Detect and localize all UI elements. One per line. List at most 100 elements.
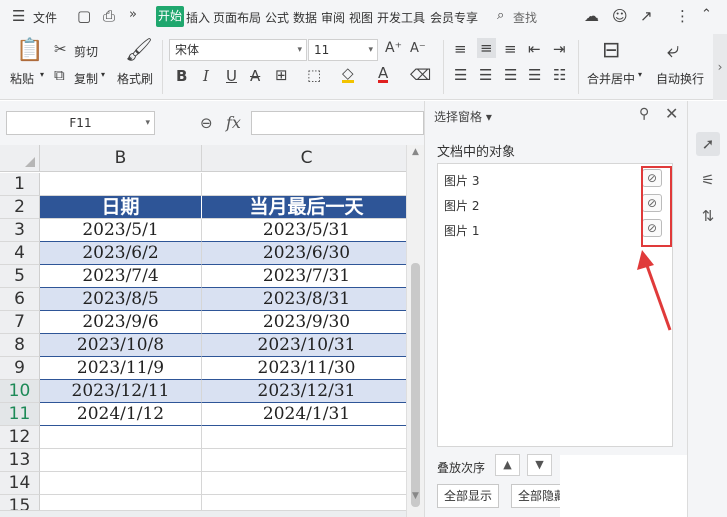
table-cell[interactable]: 2023/7/31	[202, 265, 406, 288]
table-cell[interactable]	[202, 426, 406, 449]
tab-page-layout[interactable]: 页面布局	[213, 9, 261, 26]
row-header[interactable]: 10	[0, 380, 40, 403]
row-header[interactable]: 11	[0, 403, 40, 426]
object-item[interactable]: 图片 2	[444, 197, 479, 214]
fx-icon[interactable]: fx	[226, 113, 241, 132]
table-cell[interactable]: 2023/10/31	[202, 334, 406, 357]
object-item[interactable]: 图片 1	[444, 222, 479, 239]
table-cell[interactable]	[40, 173, 202, 196]
copy-dropdown-icon[interactable]: ▾	[101, 70, 105, 79]
tab-insert[interactable]: 插入	[186, 9, 210, 26]
underline-icon[interactable]: U	[226, 67, 237, 85]
table-cell[interactable]: 2023/8/5	[40, 288, 202, 311]
table-cell[interactable]	[202, 472, 406, 495]
format-painter-button[interactable]: 格式刷	[117, 70, 153, 87]
distributed-icon[interactable]: ☷	[553, 66, 566, 84]
row-header[interactable]: 9	[0, 357, 40, 380]
fill-color-icon[interactable]: ◇	[342, 66, 354, 83]
clear-format-icon[interactable]: ⌫	[410, 66, 431, 84]
font-color-icon[interactable]: A	[378, 66, 389, 83]
search-icon[interactable]: ⌕	[497, 8, 504, 23]
format-painter-icon[interactable]: 🖌	[125, 38, 153, 63]
align-top-icon[interactable]: ≡	[454, 40, 467, 58]
sort-icon[interactable]: ⇅	[696, 204, 720, 228]
object-item[interactable]: 图片 3	[444, 172, 479, 189]
merge-center-button[interactable]: 合并居中	[587, 70, 635, 87]
tab-member[interactable]: 会员专享	[430, 9, 478, 26]
italic-icon[interactable]: I	[203, 67, 209, 85]
font-size-select[interactable]: 11 ▾	[308, 39, 378, 61]
merge-center-icon[interactable]: ⊟	[602, 38, 620, 63]
adjust-icon[interactable]: ⚟	[696, 168, 720, 192]
table-cell[interactable]: 2023/11/9	[40, 357, 202, 380]
vertical-scrollbar[interactable]: ▲ ▼	[406, 145, 424, 517]
strikethrough-icon[interactable]: A	[250, 67, 260, 85]
search-label[interactable]: 查找	[513, 9, 537, 26]
increase-font-icon[interactable]: A⁺	[385, 40, 402, 56]
table-cell[interactable]: 2023/7/4	[40, 265, 202, 288]
align-right-icon[interactable]: ☰	[504, 66, 517, 84]
bold-icon[interactable]: B	[176, 67, 187, 85]
collaborate-icon[interactable]: ☺	[612, 7, 628, 25]
row-header[interactable]: 1	[0, 173, 40, 196]
zoom-icon[interactable]: ⊖	[200, 114, 213, 132]
row-header[interactable]: 8	[0, 334, 40, 357]
table-cell[interactable]: 2023/12/11	[40, 380, 202, 403]
table-cell[interactable]: 2024/1/31	[202, 403, 406, 426]
font-name-select[interactable]: 宋体 ▾	[169, 39, 307, 61]
merge-dropdown-icon[interactable]: ▾	[638, 70, 642, 79]
align-bottom-icon[interactable]: ≡	[504, 40, 517, 58]
row-header[interactable]: 5	[0, 265, 40, 288]
tab-developer[interactable]: 开发工具	[377, 9, 425, 26]
show-all-button[interactable]: 全部显示	[437, 484, 500, 508]
shape-fill-icon[interactable]: ⬚	[307, 66, 321, 84]
table-cell[interactable]: 2023/5/31	[202, 219, 406, 242]
tab-data[interactable]: 数据	[293, 9, 317, 26]
align-left-icon[interactable]: ☰	[454, 66, 467, 84]
table-cell[interactable]	[202, 449, 406, 472]
table-cell[interactable]: 2023/11/30	[202, 357, 406, 380]
row-header[interactable]: 6	[0, 288, 40, 311]
row-header[interactable]: 12	[0, 426, 40, 449]
align-center-icon[interactable]: ☰	[479, 66, 492, 84]
share-icon[interactable]: ↗	[640, 7, 653, 25]
tab-review[interactable]: 审阅	[321, 9, 345, 26]
scroll-thumb[interactable]	[411, 263, 420, 507]
more-chevron-icon[interactable]: »	[129, 7, 137, 22]
table-cell[interactable]	[202, 173, 406, 196]
hamburger-menu-icon[interactable]: ☰	[12, 7, 25, 25]
scroll-down-icon[interactable]: ▼	[412, 491, 419, 501]
table-cell[interactable]	[40, 449, 202, 472]
row-header[interactable]: 7	[0, 311, 40, 334]
name-box[interactable]: F11 ▾	[6, 111, 155, 135]
cut-icon[interactable]: ✂	[54, 40, 67, 58]
copy-icon[interactable]: ⧉	[54, 66, 65, 84]
table-cell[interactable]: 2023/10/8	[40, 334, 202, 357]
table-cell[interactable]	[40, 472, 202, 495]
table-cell[interactable]: 2023/6/2	[40, 242, 202, 265]
ribbon-scroll-right-icon[interactable]: ›	[713, 34, 727, 100]
table-cell[interactable]: 2023/12/31	[202, 380, 406, 403]
paste-dropdown-icon[interactable]: ▾	[40, 70, 44, 79]
select-all-corner[interactable]	[0, 145, 40, 172]
copy-button[interactable]: 复制	[74, 70, 98, 87]
table-cell[interactable]: 2023/9/30	[202, 311, 406, 334]
column-header-b[interactable]: B	[40, 145, 202, 172]
cloud-icon[interactable]: ☁	[584, 7, 599, 25]
row-header[interactable]: 4	[0, 242, 40, 265]
save-icon[interactable]: ▢	[77, 7, 91, 25]
scroll-up-icon[interactable]: ▲	[412, 147, 419, 157]
decrease-font-icon[interactable]: A⁻	[410, 41, 426, 56]
row-header[interactable]: 3	[0, 219, 40, 242]
align-middle-icon[interactable]: ≡	[477, 38, 496, 58]
column-header-c[interactable]: C	[202, 145, 406, 172]
paste-button[interactable]: 粘贴	[10, 70, 34, 87]
row-header[interactable]: 2	[0, 196, 40, 219]
wrap-text-button[interactable]: 自动换行	[656, 70, 704, 87]
collapse-ribbon-icon[interactable]: ⌃	[701, 7, 712, 22]
tab-view[interactable]: 视图	[349, 9, 373, 26]
row-header[interactable]: 14	[0, 472, 40, 495]
select-pointer-icon[interactable]: ➚	[696, 132, 720, 156]
justify-icon[interactable]: ☰	[528, 66, 541, 84]
close-icon[interactable]: ✕	[665, 104, 678, 123]
